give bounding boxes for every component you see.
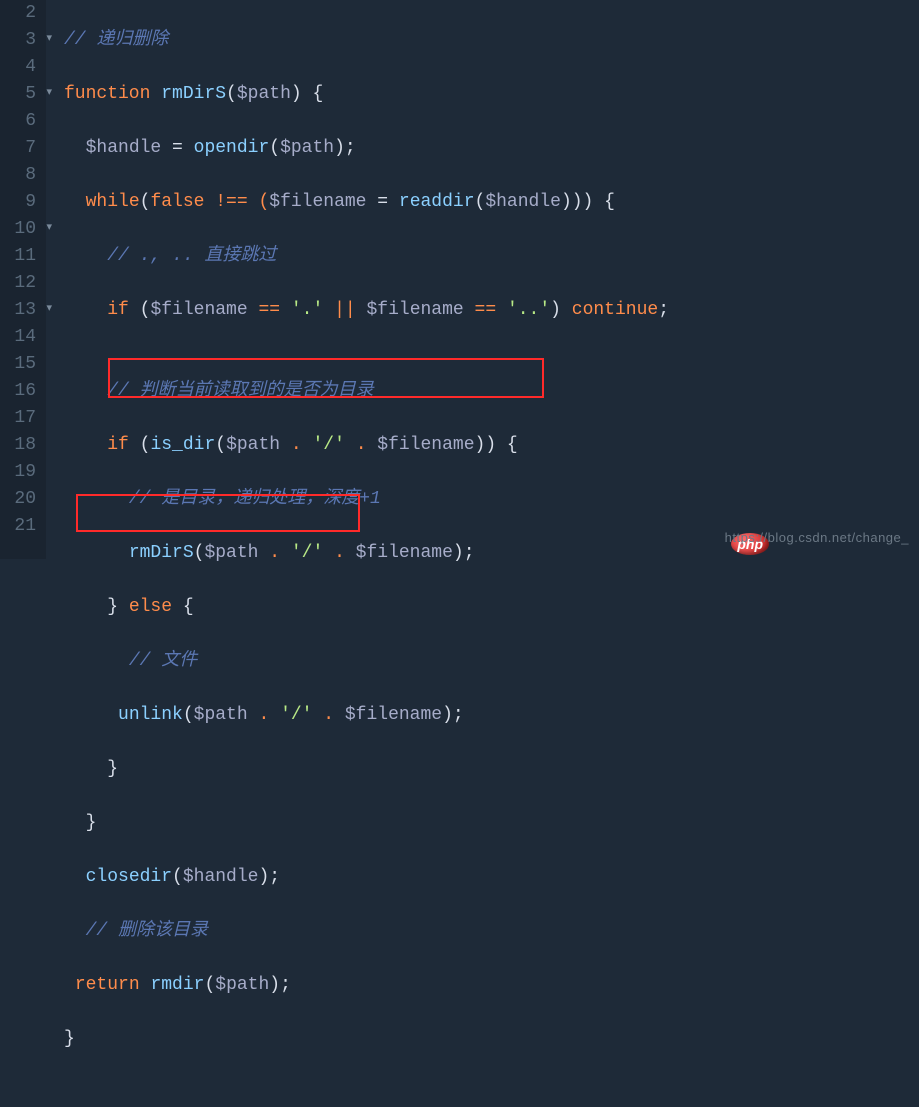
- line-number: 5▾: [0, 81, 40, 108]
- line-number: 10▾: [0, 216, 40, 243]
- fold-icon[interactable]: ▾: [46, 34, 52, 45]
- code-line[interactable]: function rmDirS($path) {: [64, 81, 669, 108]
- line-number: 3▾: [0, 27, 40, 54]
- line-number: 17: [0, 405, 40, 432]
- line-number: 21: [0, 513, 40, 540]
- line-gutter: 2 3▾ 4 5▾ 6 7 8 9 10▾ 11 12 13▾ 14 15 16…: [0, 0, 46, 559]
- code-line[interactable]: // 是目录，递归处理，深度+1: [64, 486, 669, 513]
- code-line[interactable]: // 文件: [64, 648, 669, 675]
- line-number: 13▾: [0, 297, 40, 324]
- code-line[interactable]: unlink($path . '/' . $filename);: [64, 702, 669, 729]
- line-number: 9: [0, 189, 40, 216]
- code-line[interactable]: // ., .. 直接跳过: [64, 243, 669, 270]
- line-number: 18: [0, 432, 40, 459]
- line-number: 12: [0, 270, 40, 297]
- code-line[interactable]: }: [64, 810, 669, 837]
- code-line[interactable]: // 删除该目录: [64, 918, 669, 945]
- line-number: 8: [0, 162, 40, 189]
- fold-icon[interactable]: ▾: [46, 223, 52, 234]
- code-line[interactable]: }: [64, 756, 669, 783]
- line-number: 6: [0, 108, 40, 135]
- code-line[interactable]: $handle = opendir($path);: [64, 135, 669, 162]
- line-number: 20: [0, 486, 40, 513]
- code-line[interactable]: }: [64, 1026, 669, 1053]
- code-line[interactable]: // 判断当前读取到的是否为目录: [64, 378, 669, 405]
- line-number: 16: [0, 378, 40, 405]
- code-area[interactable]: // 递归删除 function rmDirS($path) { $handle…: [46, 0, 669, 559]
- fold-icon[interactable]: ▾: [46, 304, 52, 315]
- line-number: 15: [0, 351, 40, 378]
- code-editor[interactable]: 2 3▾ 4 5▾ 6 7 8 9 10▾ 11 12 13▾ 14 15 16…: [0, 0, 919, 559]
- code-line[interactable]: // 递归删除: [64, 27, 669, 54]
- code-line[interactable]: if (is_dir($path . '/' . $filename)) {: [64, 432, 669, 459]
- code-line[interactable]: if ($filename == '.' || $filename == '..…: [64, 297, 669, 324]
- fold-icon[interactable]: ▾: [46, 88, 52, 99]
- code-line[interactable]: while(false !== ($filename = readdir($ha…: [64, 189, 669, 216]
- code-line[interactable]: closedir($handle);: [64, 864, 669, 891]
- watermark-text: https://blog.csdn.net/change_: [725, 524, 909, 551]
- line-number: 2: [0, 0, 40, 27]
- line-number: 7: [0, 135, 40, 162]
- code-line[interactable]: return rmdir($path);: [64, 972, 669, 999]
- line-number: 19: [0, 459, 40, 486]
- line-number: 4: [0, 54, 40, 81]
- code-line[interactable]: rmDirS($path . '/' . $filename);: [64, 540, 669, 567]
- line-number: 11: [0, 243, 40, 270]
- code-line[interactable]: } else {: [64, 594, 669, 621]
- line-number: 14: [0, 324, 40, 351]
